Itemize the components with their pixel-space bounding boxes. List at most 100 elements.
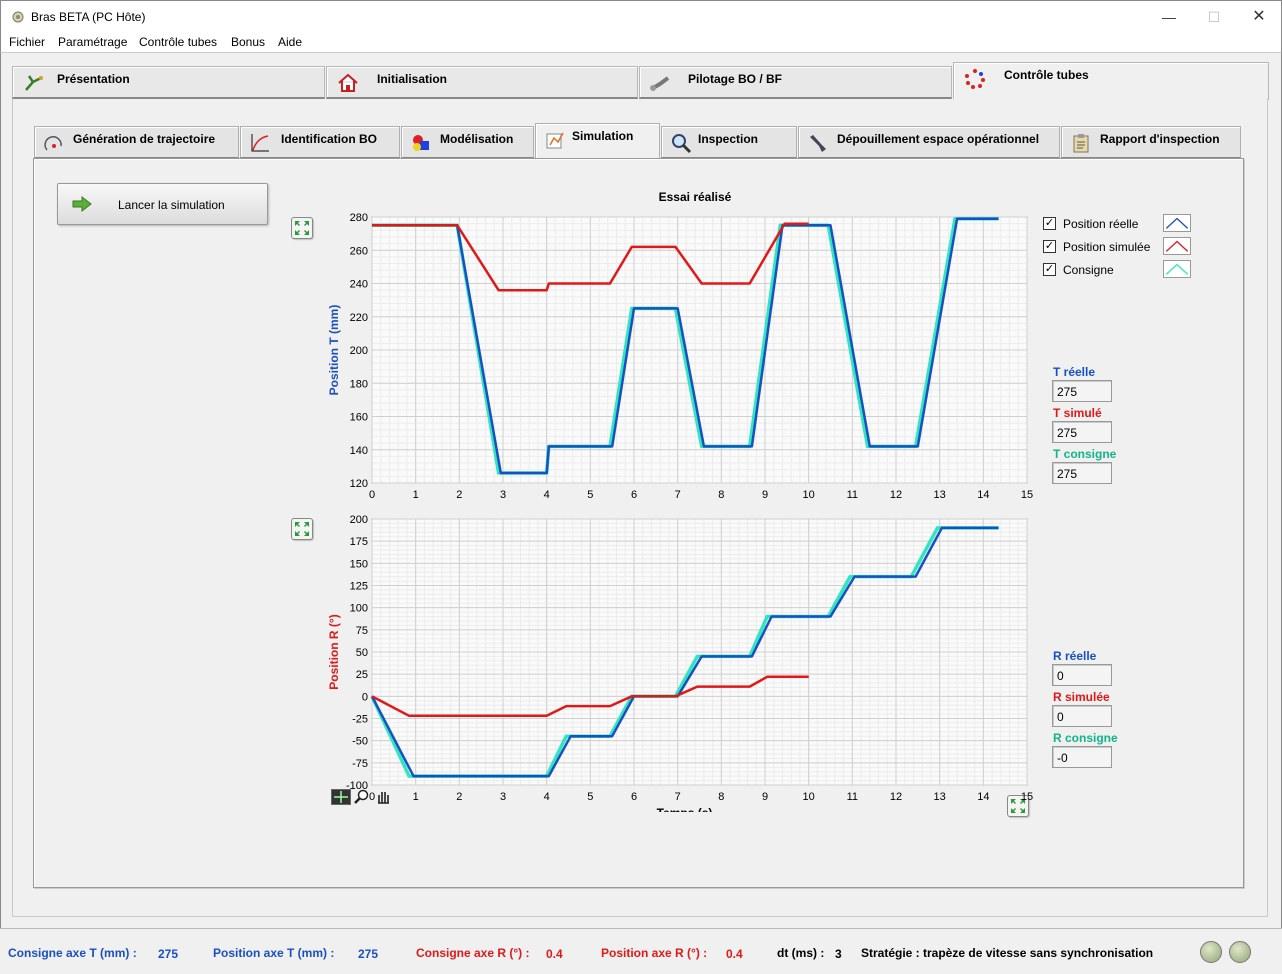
y-tick-label: -75 — [352, 758, 368, 770]
tab-initialisation[interactable]: Initialisation — [326, 66, 638, 99]
robot-arm-icon — [650, 76, 670, 91]
x-tick-label: 5 — [587, 489, 593, 501]
legend-swatch-consigne — [1163, 260, 1191, 278]
run-simulation-button[interactable]: Lancer la simulation — [57, 183, 268, 225]
menu-bonus[interactable]: Bonus — [231, 35, 265, 49]
subtab-identification-bo[interactable]: Identification BO — [240, 126, 400, 158]
r-simulee-label: R simulée — [1053, 690, 1110, 704]
subtab-label: Identification BO — [281, 132, 377, 146]
y-axis-label: Position T (mm) — [327, 305, 341, 396]
subtab-modelisation[interactable]: Modélisation — [401, 126, 534, 158]
status-dt-label: dt (ms) : — [777, 946, 825, 960]
shapes-icon — [413, 135, 429, 151]
subtab-label: Simulation — [572, 129, 634, 143]
y-tick-label: 100 — [350, 603, 368, 615]
tab-initialisation-label: Initialisation — [377, 72, 448, 86]
status-consigne-r-value: 0.4 — [546, 947, 563, 961]
y-tick-label: -50 — [352, 736, 368, 748]
title-bar: Bras BETA (PC Hôte) — ☐ ✕ — [0, 0, 1282, 32]
status-led-2 — [1229, 941, 1251, 963]
t-consigne-value: 275 — [1052, 462, 1112, 484]
y-tick-label: 260 — [350, 245, 368, 257]
checkbox-consigne[interactable]: ✓ — [1043, 263, 1056, 276]
subtab-depouillement[interactable]: Dépouillement espace opérationnel — [798, 126, 1060, 158]
x-tick-label: 14 — [977, 791, 989, 803]
y-tick-label: 200 — [350, 345, 368, 357]
subtab-label: Dépouillement espace opérationnel — [837, 132, 1040, 146]
tab-controle-tubes[interactable]: Contrôle tubes — [953, 62, 1269, 100]
x-tick-label: 8 — [718, 489, 724, 501]
x-tick-label: 0 — [369, 791, 375, 803]
chart-title: Essai réalisé — [658, 190, 732, 204]
subtab-label: Inspection — [698, 132, 759, 146]
y-tick-label: -100 — [346, 780, 368, 792]
x-tick-label: 7 — [675, 489, 681, 501]
trajectory-icon — [44, 136, 62, 151]
status-bar: Consigne axe T (mm) : 275 Position axe T… — [0, 928, 1282, 974]
menu-aide[interactable]: Aide — [278, 35, 302, 49]
r-reelle-label: R réelle — [1053, 649, 1097, 663]
checkbox-position-simulee[interactable]: ✓ — [1043, 240, 1056, 253]
close-icon[interactable]: ✕ — [1236, 1, 1282, 33]
x-tick-label: 6 — [631, 489, 637, 501]
t-simule-value: 275 — [1052, 421, 1112, 443]
status-consigne-r-label: Consigne axe R (°) : — [416, 946, 530, 960]
y-tick-label: 125 — [350, 581, 368, 593]
x-tick-label: 2 — [456, 489, 462, 501]
x-tick-label: 1 — [413, 489, 419, 501]
expand-chart-r-button[interactable] — [291, 518, 313, 540]
r-consigne-label: R consigne — [1053, 731, 1118, 745]
x-tick-label: 5 — [587, 791, 593, 803]
r-consigne-value: -0 — [1052, 746, 1112, 768]
tab-pilotage[interactable]: Pilotage BO / BF — [639, 66, 952, 99]
maximize-icon[interactable]: ☐ — [1191, 1, 1237, 33]
expand-chart-t-button[interactable] — [291, 217, 313, 239]
menu-controle-tubes[interactable]: Contrôle tubes — [139, 35, 217, 49]
app-icon — [12, 11, 24, 23]
chart-position-r[interactable]: 0 1 2 3 4 5 6 7 8 9 10 11 12 13 14 15-100-75-50-2502550… — [312, 507, 1042, 812]
x-tick-label: 9 — [762, 489, 768, 501]
status-led-1 — [1200, 941, 1222, 963]
tab-presentation-label: Présentation — [57, 72, 130, 86]
status-dt-value: 3 — [835, 947, 842, 961]
status-position-t-value: 275 — [358, 947, 379, 961]
magnifier-icon — [672, 134, 692, 154]
menu-fichier[interactable]: Fichier — [9, 35, 45, 49]
expand-icon — [295, 221, 309, 235]
y-tick-label: 180 — [350, 378, 368, 390]
checkbox-position-reelle[interactable]: ✓ — [1043, 217, 1056, 230]
tab-controle-tubes-label: Contrôle tubes — [1004, 68, 1089, 82]
x-tick-label: 11 — [847, 791, 858, 803]
subtab-label: Génération de trajectoire — [73, 132, 216, 146]
subtab-generation-trajectoire[interactable]: Génération de trajectoire — [34, 126, 239, 158]
subtab-inspection[interactable]: Inspection — [661, 126, 797, 158]
x-tick-label: 6 — [631, 791, 637, 803]
x-tick-label: 15 — [1021, 489, 1033, 501]
status-consigne-t-label: Consigne axe T (mm) : — [8, 946, 137, 960]
y-tick-label: 140 — [350, 445, 368, 457]
subtab-rapport-inspection[interactable]: Rapport d'inspection — [1061, 126, 1241, 158]
t-consigne-label: T consigne — [1053, 447, 1117, 461]
x-tick-label: 12 — [890, 489, 902, 501]
x-tick-label: 10 — [803, 791, 815, 803]
run-simulation-label: Lancer la simulation — [118, 198, 225, 212]
x-tick-label: 4 — [544, 791, 550, 803]
legend-swatch-reelle — [1163, 214, 1191, 232]
subtab-simulation[interactable]: Simulation — [535, 123, 660, 160]
tab-pilotage-label: Pilotage BO / BF — [688, 72, 783, 86]
y-tick-label: 75 — [356, 625, 368, 637]
x-axis-label: Temps (s) — [657, 806, 713, 812]
t-reelle-label: T réelle — [1053, 365, 1096, 379]
status-position-r-value: 0.4 — [726, 947, 743, 961]
minimize-icon[interactable]: — — [1146, 1, 1192, 33]
chart-position-t[interactable]: 0 1 2 3 4 5 6 7 8 9 10 11 12 13 14 15120140160180200220… — [312, 205, 1042, 510]
y-tick-label: 25 — [356, 669, 368, 681]
y-tick-label: 280 — [350, 212, 368, 224]
tools-icon — [810, 135, 826, 152]
y-tick-label: -25 — [352, 714, 368, 726]
r-simulee-value: 0 — [1052, 705, 1112, 727]
x-tick-label: 1 — [413, 791, 419, 803]
t-reelle-value: 275 — [1052, 380, 1112, 402]
menu-parametrage[interactable]: Paramétrage — [58, 35, 127, 49]
tab-presentation[interactable]: Présentation — [12, 66, 325, 99]
